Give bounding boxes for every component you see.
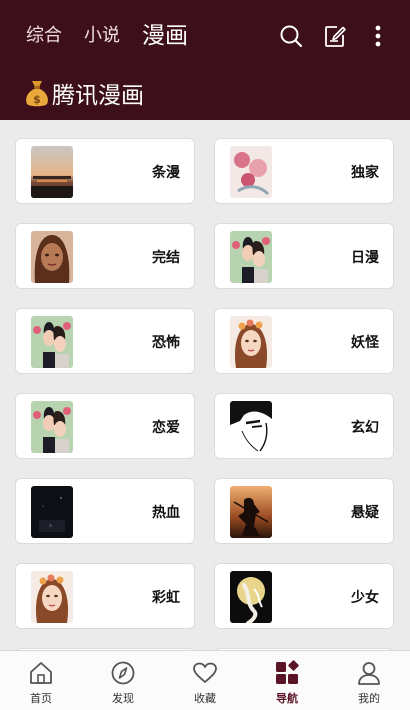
cover-thumbnail [31, 571, 73, 623]
nav-label: 导航 [276, 692, 298, 705]
user-icon [358, 662, 380, 685]
grid-nav-icon [276, 660, 299, 684]
nav-label: 首页 [30, 692, 52, 705]
svg-text:$: $ [33, 93, 41, 106]
cover-thumbnail [230, 401, 272, 453]
category-label: 热血 [152, 505, 180, 521]
category-card[interactable]: 日漫 [214, 223, 394, 289]
category-card[interactable]: 恋爱 [15, 393, 195, 459]
category-card[interactable]: 悬疑 [214, 478, 394, 544]
category-card[interactable]: 彩虹 [15, 563, 195, 629]
nav-profile[interactable]: 我的 [328, 651, 410, 710]
cover-thumbnail [31, 316, 73, 368]
edit-icon[interactable] [323, 24, 347, 48]
cover-thumbnail [230, 231, 272, 283]
cover-thumbnail [31, 231, 73, 283]
nav-label: 发现 [112, 692, 134, 705]
home-icon [30, 662, 52, 684]
nav-home[interactable]: 首页 [0, 651, 82, 710]
cover-thumbnail [230, 316, 272, 368]
category-grid: 条漫 独家 完结 日漫 恐怖 妖怪 恋爱 玄幻 热血 悬疑 彩虹 少女 [0, 120, 410, 650]
category-label: 日漫 [351, 250, 379, 266]
cover-thumbnail [31, 486, 73, 538]
search-icon[interactable] [279, 24, 303, 48]
category-label: 少女 [351, 590, 379, 606]
nav-navigation[interactable]: 导航 [246, 651, 328, 710]
category-card[interactable]: 少女 [214, 563, 394, 629]
category-card[interactable]: 热血 [15, 478, 195, 544]
category-label: 恋爱 [152, 420, 180, 436]
nav-label: 我的 [358, 692, 380, 705]
compass-icon [111, 661, 135, 685]
tab-comic[interactable]: 漫画 [142, 22, 188, 50]
category-label: 悬疑 [351, 505, 379, 521]
cover-thumbnail [230, 146, 272, 198]
nav-label: 收藏 [194, 692, 216, 705]
source-title: 腾讯漫画 [52, 83, 144, 109]
category-card[interactable]: 完结 [15, 223, 195, 289]
category-label: 条漫 [152, 165, 180, 181]
category-card[interactable]: 恐怖 [15, 308, 195, 374]
category-label: 彩虹 [152, 590, 180, 606]
tab-novel[interactable]: 小说 [84, 22, 120, 50]
bottom-navigation: 首页 发现 收藏 导航 我的 [0, 650, 410, 710]
cover-thumbnail [230, 486, 272, 538]
category-label: 玄幻 [351, 420, 379, 436]
category-tabs: 综合 小说 漫画 [26, 22, 188, 50]
nav-favorites[interactable]: 收藏 [164, 651, 246, 710]
heart-icon [193, 662, 217, 683]
nav-discover[interactable]: 发现 [82, 651, 164, 710]
source-heading[interactable]: $ 腾讯漫画 [24, 76, 144, 110]
cover-thumbnail [31, 401, 73, 453]
category-card[interactable]: 妖怪 [214, 308, 394, 374]
category-label: 恐怖 [152, 335, 180, 351]
category-card[interactable]: 玄幻 [214, 393, 394, 459]
cover-thumbnail [230, 571, 272, 623]
more-menu-icon[interactable] [366, 24, 390, 48]
category-card[interactable]: 条漫 [15, 138, 195, 204]
cover-thumbnail [31, 146, 73, 198]
category-card[interactable]: 独家 [214, 138, 394, 204]
tab-general[interactable]: 综合 [26, 22, 62, 50]
money-bag-icon: $ [26, 81, 48, 107]
category-label: 完结 [152, 250, 180, 266]
category-label: 独家 [351, 165, 379, 181]
category-label: 妖怪 [351, 335, 379, 351]
app-header: 综合 小说 漫画 $ 腾讯漫画 [0, 0, 410, 120]
